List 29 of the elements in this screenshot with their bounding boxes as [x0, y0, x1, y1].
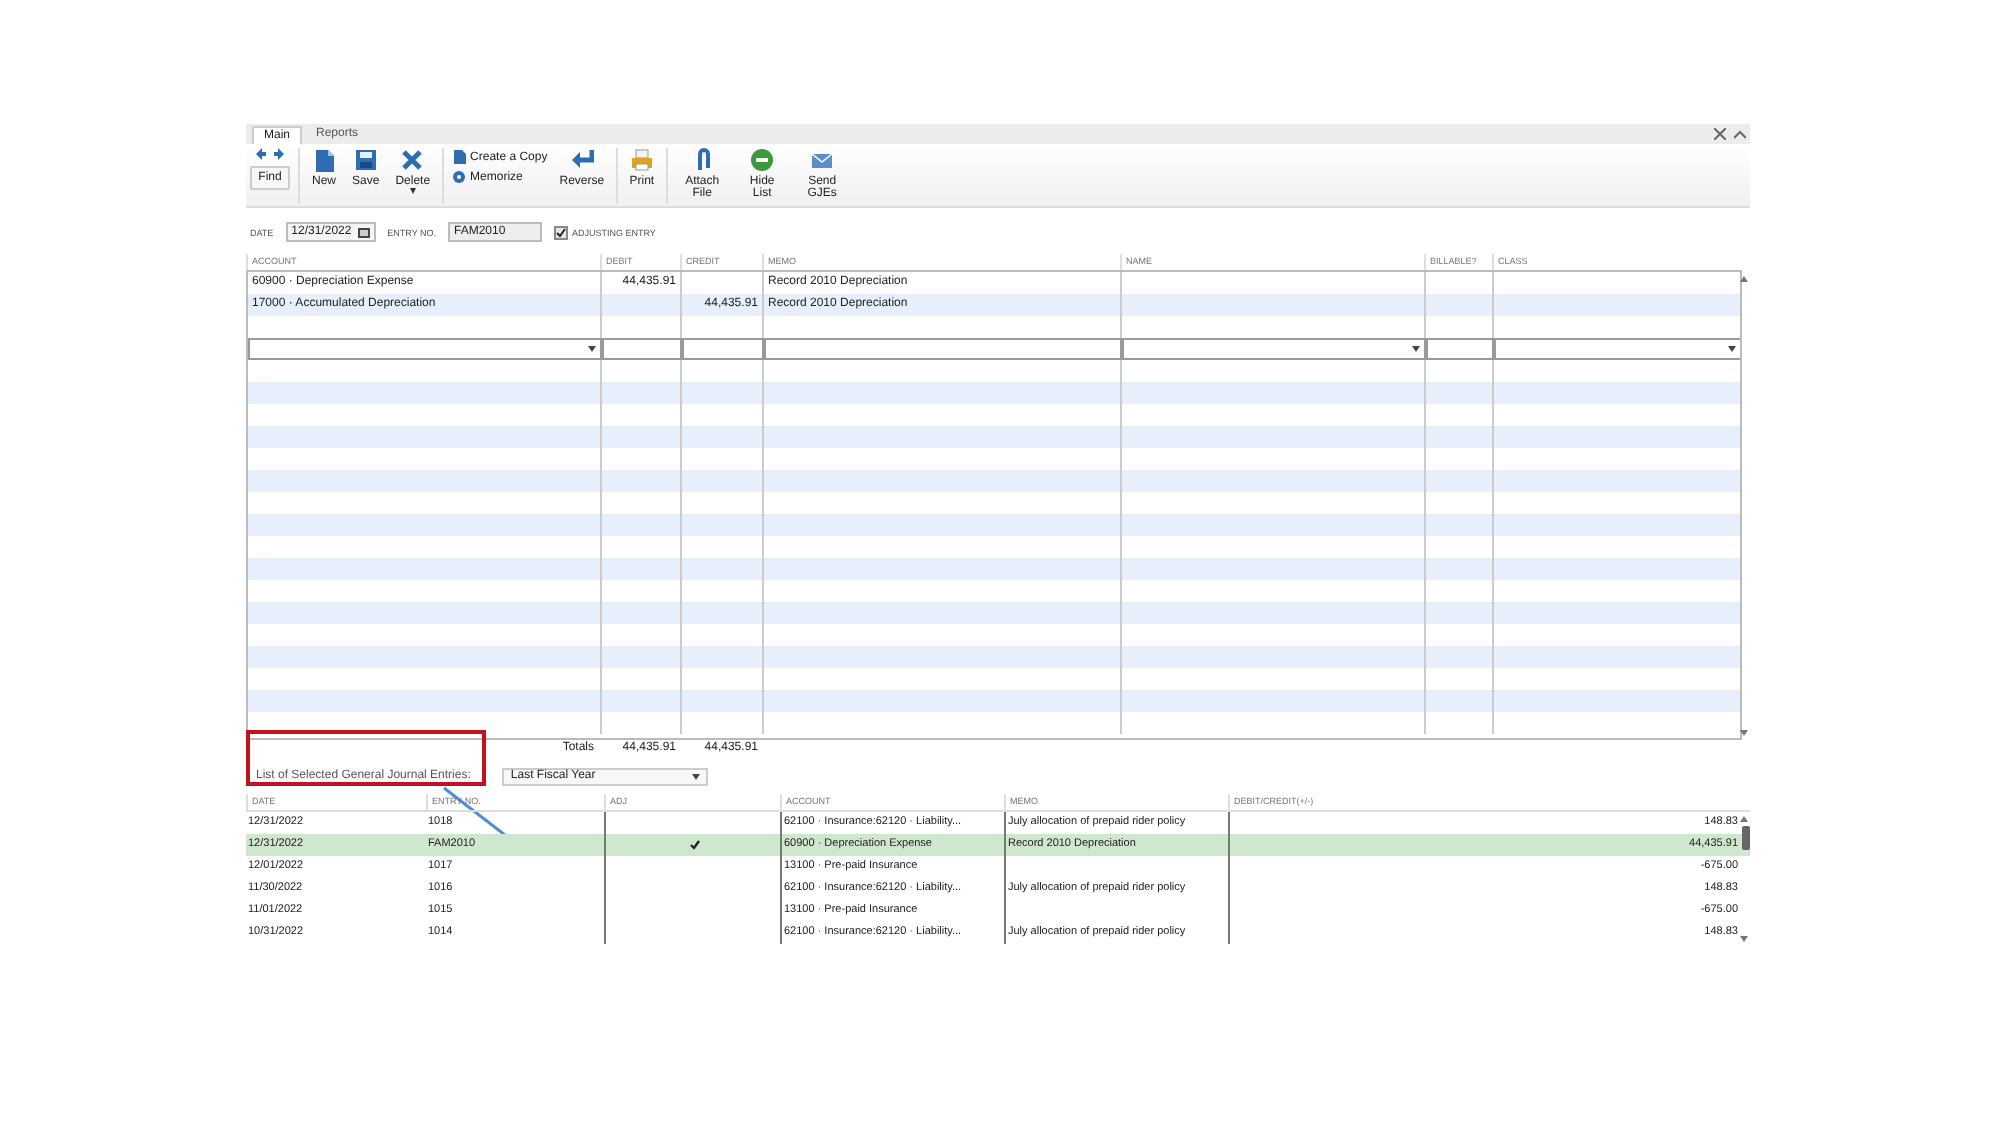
collapse-caret-icon — [1734, 128, 1746, 140]
scroll-up-icon — [1740, 814, 1748, 822]
document-icon — [312, 148, 336, 172]
grid-input-field[interactable] — [602, 338, 682, 360]
dropdown-caret-icon — [1728, 346, 1736, 352]
copy-document-icon — [452, 150, 467, 164]
calendar-icon — [357, 227, 370, 237]
minus-circle-icon — [750, 148, 775, 172]
cross-icon — [400, 148, 425, 172]
check-icon — [556, 227, 567, 237]
curved-arrow-icon — [569, 148, 594, 172]
grid-input-field[interactable] — [1494, 338, 1740, 360]
grid-input-field[interactable] — [682, 338, 764, 360]
grid-input-field[interactable] — [1426, 338, 1494, 360]
printer-icon — [629, 148, 654, 172]
dropdown-caret-icon — [1412, 346, 1420, 352]
scroll-down-icon — [1740, 730, 1748, 738]
scroll-up-icon — [1740, 274, 1748, 282]
grid-input-field[interactable] — [1122, 338, 1426, 360]
grid-input-field[interactable] — [248, 338, 602, 360]
scroll-thumb[interactable] — [1742, 826, 1750, 850]
dropdown-caret-icon — [409, 188, 416, 194]
scroll-down-icon — [1740, 936, 1748, 944]
grid-input-field[interactable] — [764, 338, 1122, 360]
envelope-icon — [810, 148, 835, 172]
checkbox[interactable] — [554, 225, 569, 239]
left-right-arrows-icon — [256, 148, 284, 160]
dropdown-caret-icon — [588, 346, 596, 352]
dropdown-caret-icon — [692, 773, 701, 779]
